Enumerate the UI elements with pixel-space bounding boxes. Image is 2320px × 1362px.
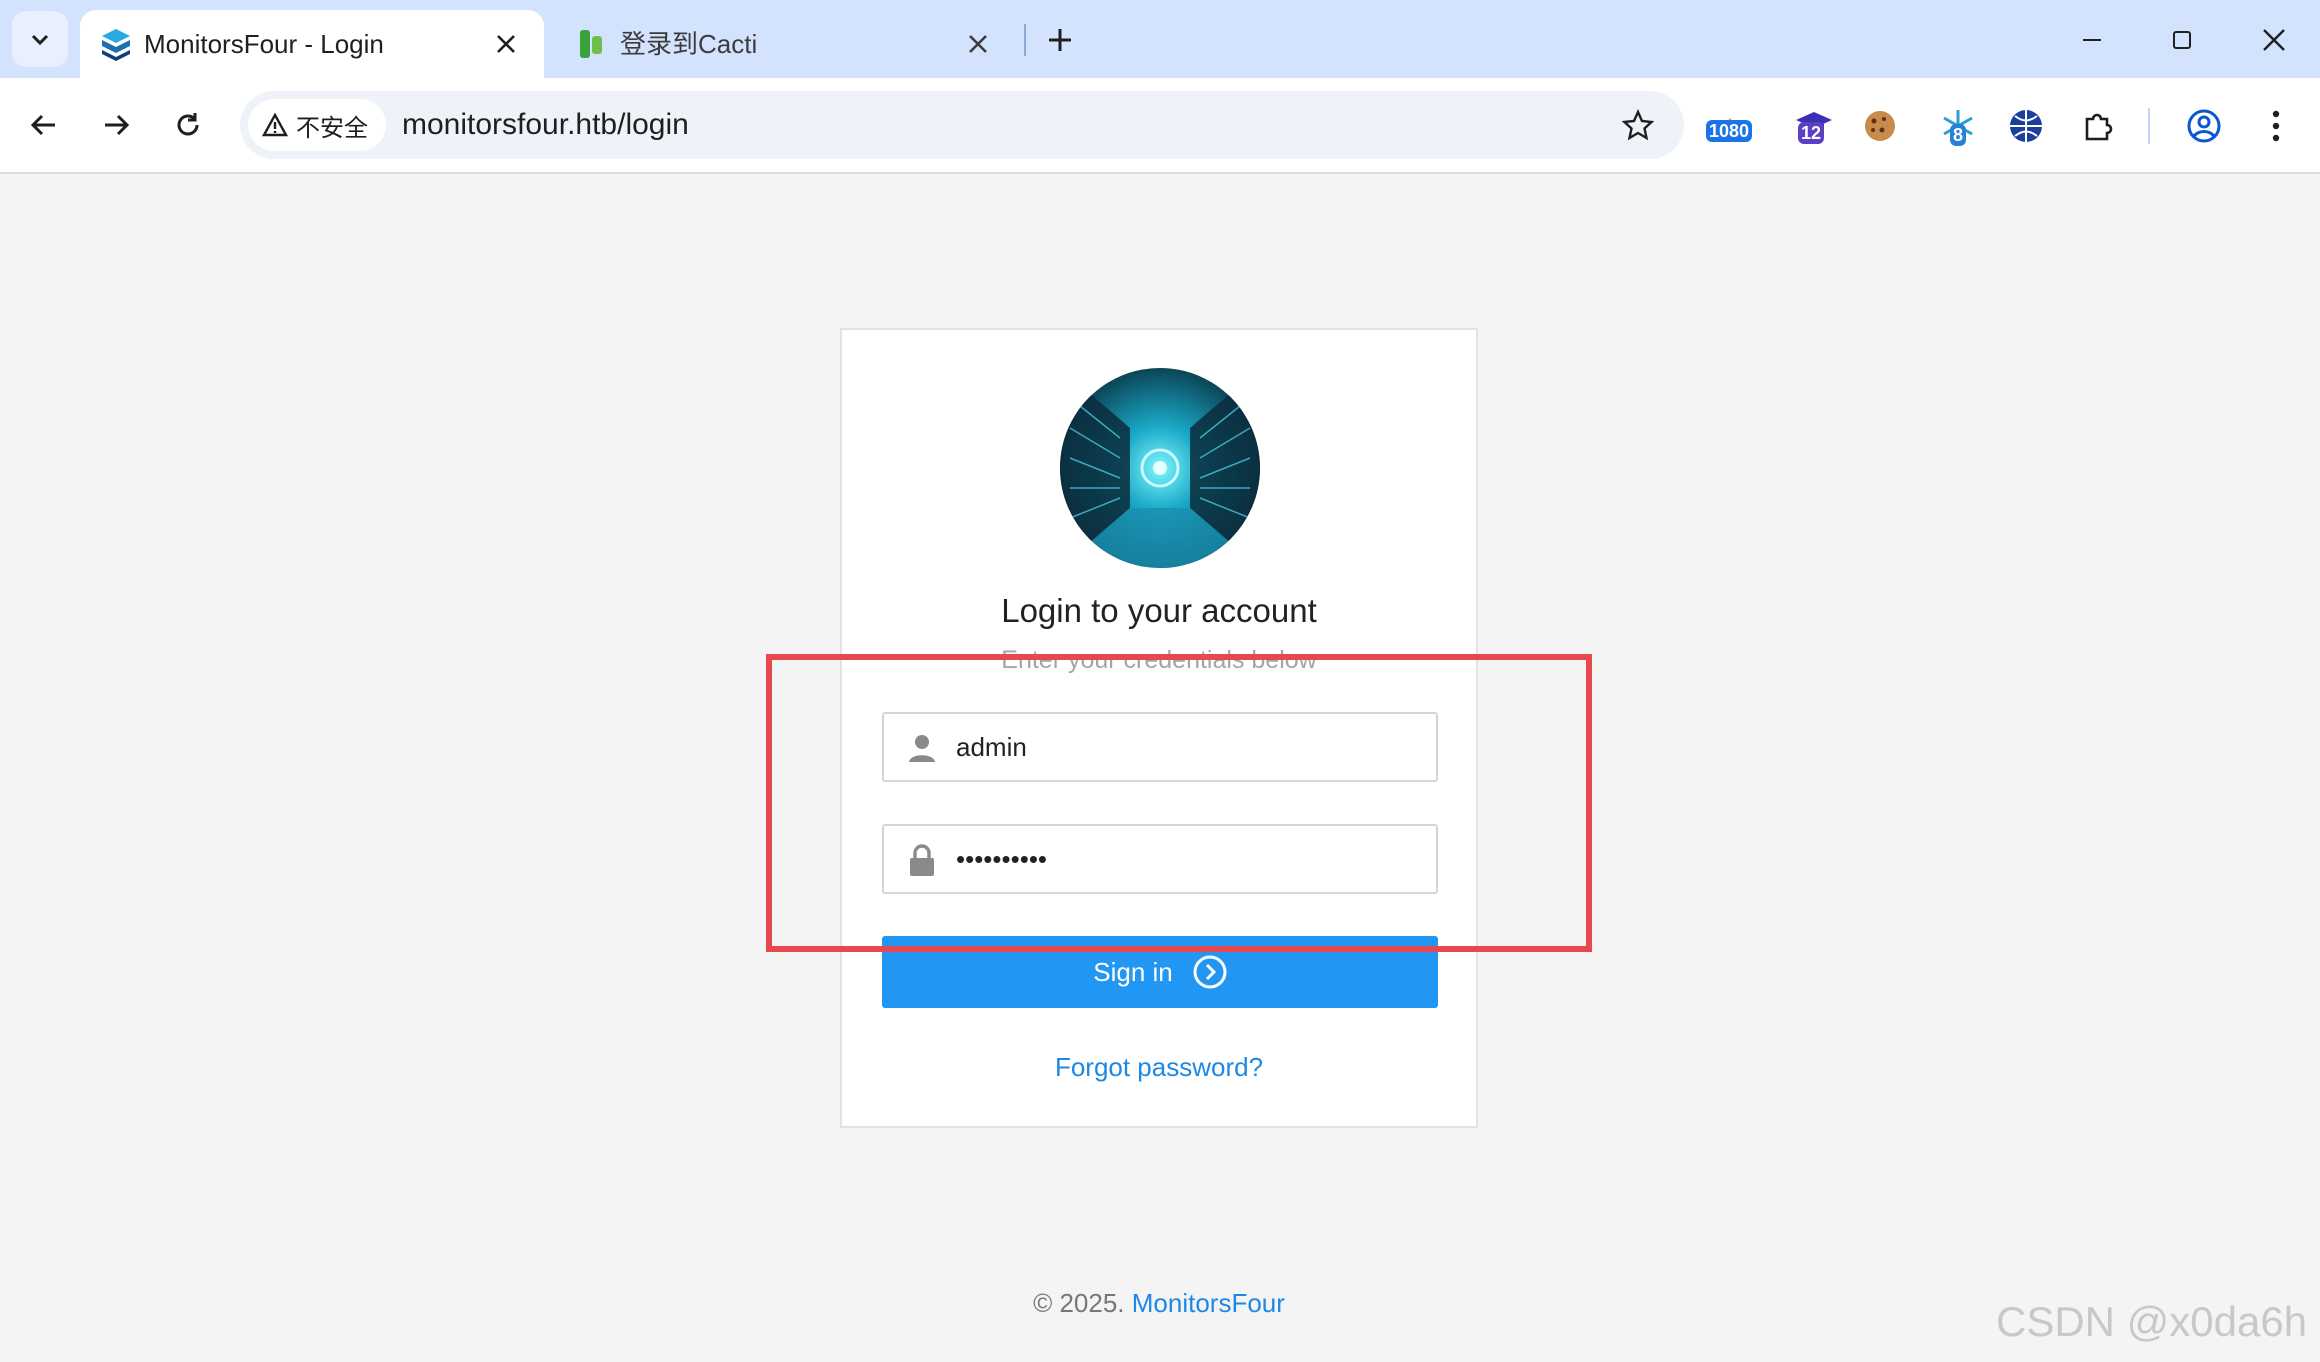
close-icon — [2263, 29, 2285, 51]
forgot-password-link[interactable]: Forgot password? — [840, 1052, 1478, 1083]
globe-icon — [2010, 110, 2042, 142]
logo-image — [1060, 368, 1260, 568]
maximize-icon — [2173, 31, 2191, 49]
more-vert-icon — [2272, 110, 2280, 142]
new-tab-button[interactable] — [1040, 20, 1080, 60]
star-icon — [1622, 109, 1654, 141]
reload-button[interactable] — [164, 101, 212, 149]
footer-brand-link[interactable]: MonitorsFour — [1132, 1288, 1285, 1318]
graduation-extension[interactable]: 12 — [1788, 100, 1840, 152]
chevron-down-icon — [31, 34, 49, 46]
extension-badge: 12 — [1798, 122, 1825, 144]
maximize-button[interactable] — [2160, 18, 2204, 62]
url-text: monitorsfour.htb/login — [402, 108, 689, 141]
wappalyzer-extension[interactable]: 1080 — [1706, 100, 1760, 152]
bookmark-button[interactable] — [1618, 105, 1658, 145]
cacti-favicon-icon — [580, 30, 602, 58]
tab-title: 登录到Cacti — [620, 29, 758, 59]
warning-icon — [262, 112, 288, 137]
tab-monitorsfour[interactable]: MonitorsFour - Login — [80, 10, 544, 78]
toolbar-separator — [2148, 108, 2150, 144]
copyright-text: © 2025. — [1033, 1288, 1125, 1318]
extension-badge: 1080 — [1706, 120, 1753, 142]
arrow-left-icon — [30, 114, 55, 136]
highlight-annotation — [766, 654, 1592, 952]
arrow-right-icon — [105, 114, 130, 136]
close-tab-icon[interactable] — [488, 26, 524, 62]
close-window-button[interactable] — [2252, 18, 2296, 62]
tab-title: MonitorsFour - Login — [144, 29, 384, 59]
minimize-icon — [2083, 39, 2101, 41]
footer: © 2025. MonitorsFour — [840, 1288, 1478, 1319]
plus-icon — [1049, 29, 1071, 51]
browser-menu-button[interactable] — [2250, 100, 2302, 152]
tab-separator — [1024, 24, 1026, 56]
security-chip[interactable]: 不安全 — [248, 99, 386, 151]
security-label: 不安全 — [296, 114, 368, 142]
minimize-button[interactable] — [2070, 18, 2114, 62]
address-bar[interactable]: 不安全 monitorsfour.htb/login — [240, 91, 1684, 159]
back-button[interactable] — [20, 101, 68, 149]
tab-strip: MonitorsFour - Login 登录到Cacti — [0, 0, 2320, 78]
forward-button[interactable] — [92, 101, 140, 149]
puzzle-icon — [2085, 113, 2113, 141]
browser-toolbar: 不安全 monitorsfour.htb/login 1080 12 8 — [0, 78, 2320, 174]
globe-extension[interactable] — [2000, 100, 2052, 152]
extensions-menu-button[interactable] — [2072, 100, 2124, 152]
tab-cacti[interactable]: 登录到Cacti — [556, 10, 1016, 78]
extension-badge: 8 — [1950, 124, 1967, 146]
snowflake-extension[interactable]: 8 — [1932, 100, 1984, 152]
watermark: CSDN @x0da6h — [1996, 1298, 2308, 1345]
tab-search-button[interactable] — [12, 11, 68, 67]
profile-button[interactable] — [2178, 100, 2230, 152]
sign-in-label: Sign in — [1093, 956, 1173, 987]
page-title: Login to your account — [1001, 592, 1317, 629]
account-circle-icon — [2187, 109, 2221, 143]
cookie-extension[interactable] — [1854, 100, 1906, 152]
monitorsfour-favicon-icon — [102, 29, 130, 61]
close-tab-icon[interactable] — [960, 26, 996, 62]
cookie-icon — [1865, 111, 1895, 141]
arrow-circle-right-icon — [1193, 955, 1227, 989]
reload-icon — [177, 113, 199, 136]
